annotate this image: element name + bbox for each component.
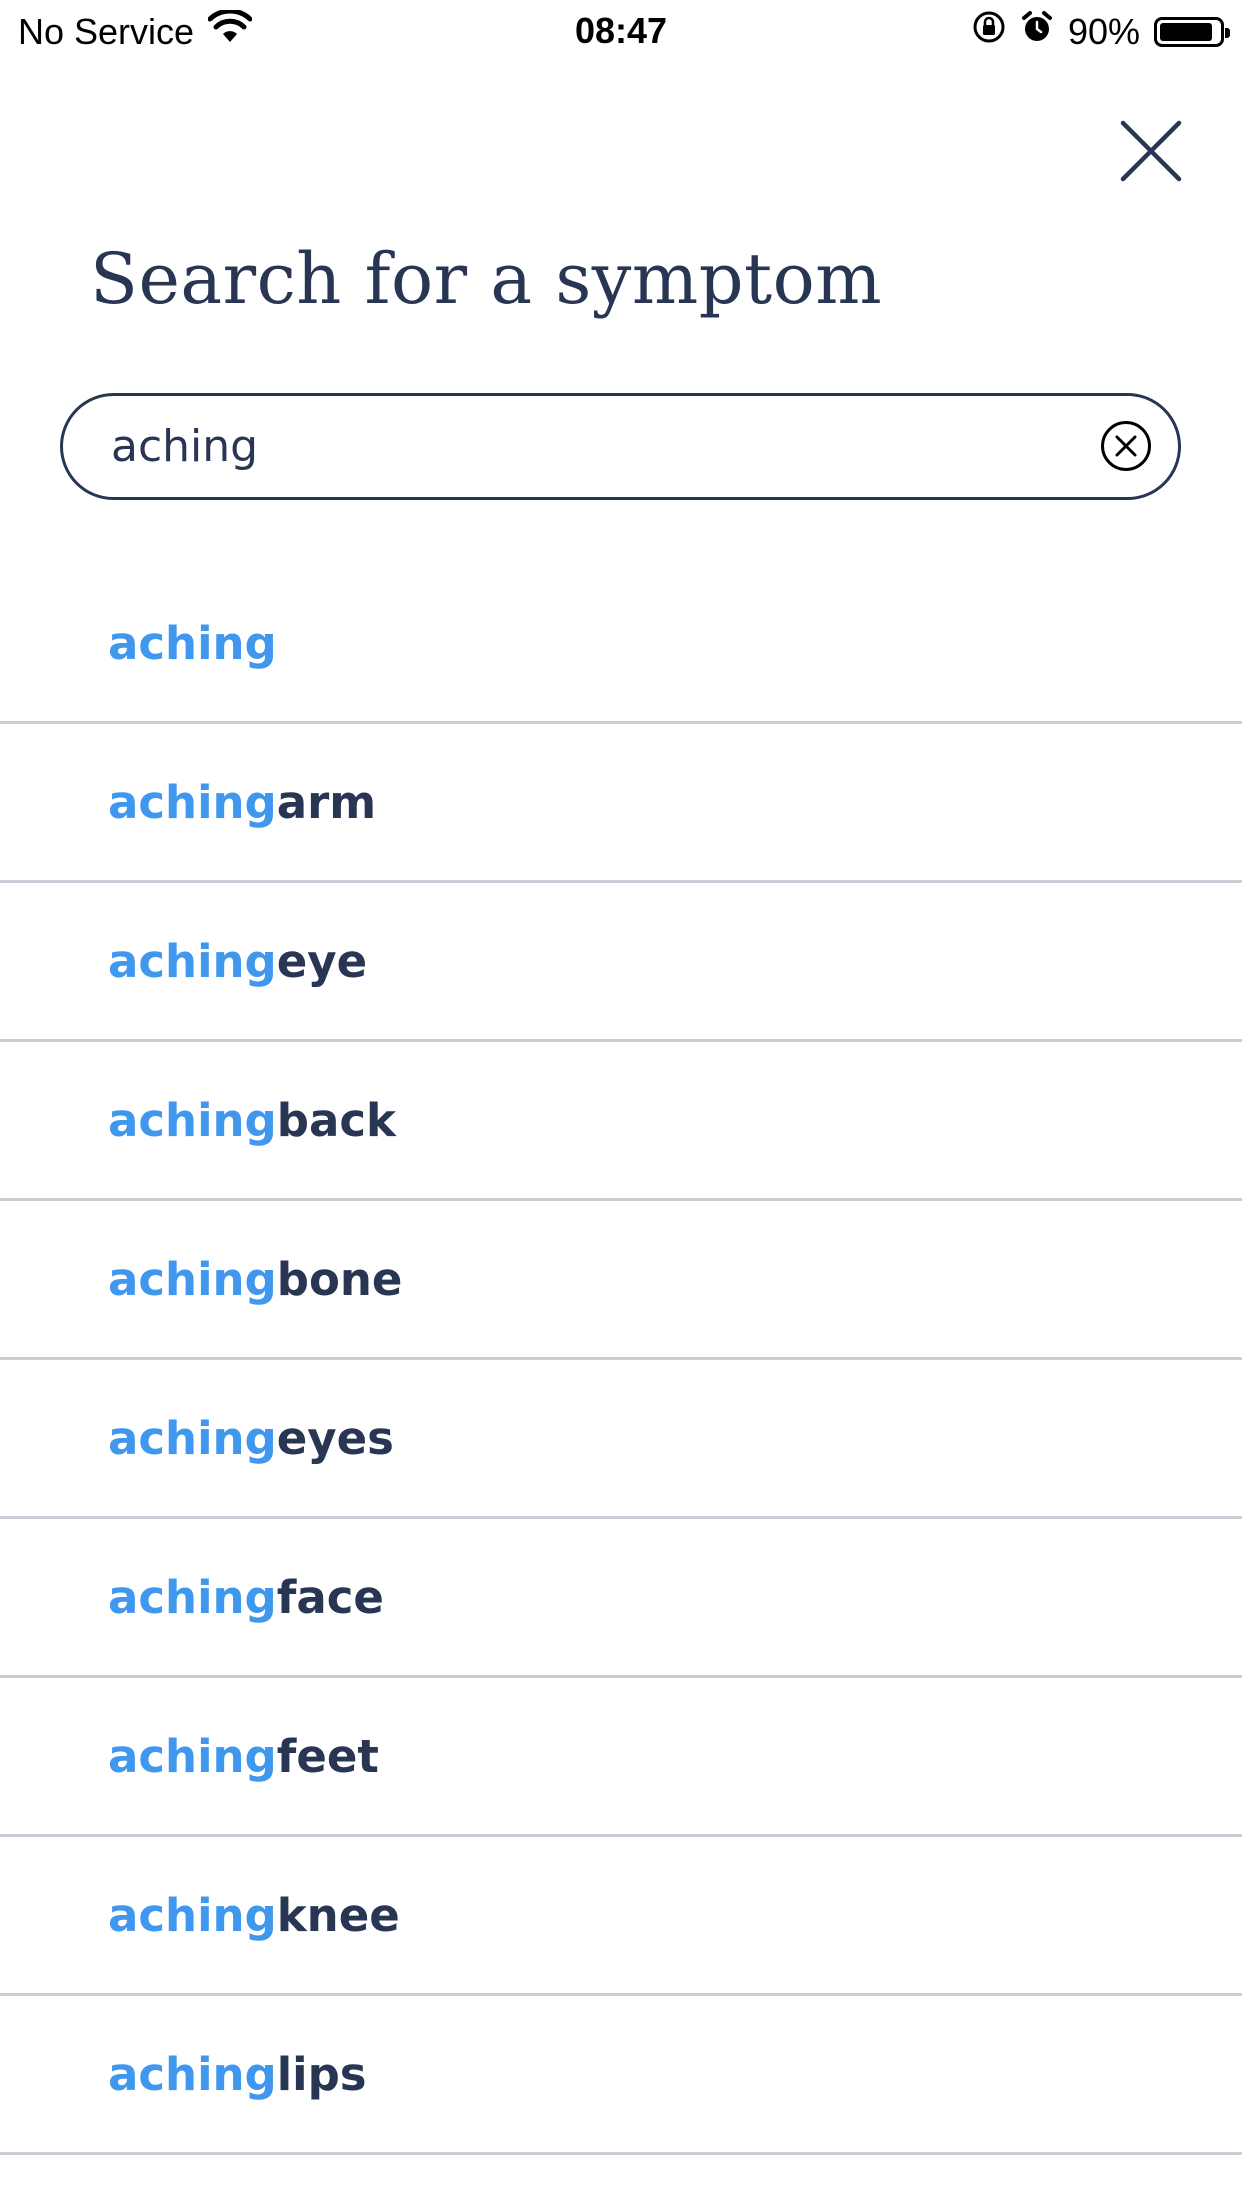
- result-item[interactable]: aching feet: [0, 1678, 1242, 1837]
- result-item[interactable]: aching arm: [0, 724, 1242, 883]
- clear-search-button[interactable]: [1100, 420, 1152, 472]
- search-box: [60, 393, 1181, 500]
- result-match: aching: [108, 934, 277, 988]
- result-rest: face: [276, 1570, 384, 1624]
- result-match: aching: [108, 1888, 277, 1942]
- result-match: aching: [108, 775, 277, 829]
- status-right: 90%: [972, 10, 1230, 53]
- result-rest: back: [276, 1093, 396, 1147]
- result-match: aching: [108, 2047, 277, 2101]
- result-rest: bone: [276, 1252, 403, 1306]
- result-rest: feet: [276, 1729, 379, 1783]
- search-input[interactable]: [111, 396, 1011, 497]
- clear-icon: [1101, 421, 1151, 471]
- result-rest: eyes: [276, 1411, 394, 1465]
- result-item[interactable]: aching eyes: [0, 1360, 1242, 1519]
- alarm-icon: [1020, 10, 1054, 53]
- results-list: aching aching arm aching eye aching back…: [0, 565, 1242, 2155]
- result-item[interactable]: aching bone: [0, 1201, 1242, 1360]
- result-match: aching: [108, 1411, 277, 1465]
- result-item[interactable]: aching eye: [0, 883, 1242, 1042]
- battery-level: [1160, 22, 1213, 41]
- result-item[interactable]: aching knee: [0, 1837, 1242, 1996]
- result-item[interactable]: aching lips: [0, 1996, 1242, 2155]
- orientation-lock-icon: [972, 10, 1006, 53]
- result-match: aching: [108, 1252, 277, 1306]
- result-item[interactable]: aching face: [0, 1519, 1242, 1678]
- result-match: aching: [108, 1570, 277, 1624]
- result-rest: knee: [276, 1888, 400, 1942]
- battery-icon: [1154, 16, 1230, 47]
- result-match: aching: [108, 1729, 277, 1783]
- close-icon: [1120, 120, 1182, 182]
- result-match: aching: [108, 1093, 277, 1147]
- close-button[interactable]: [1115, 115, 1187, 187]
- result-item[interactable]: aching: [0, 565, 1242, 724]
- result-item[interactable]: aching back: [0, 1042, 1242, 1201]
- result-rest: arm: [276, 775, 377, 829]
- page-title: Search for a symptom: [90, 238, 883, 320]
- status-bar: No Service 08:47 90%: [0, 0, 1242, 62]
- battery-percent: 90%: [1067, 10, 1140, 52]
- result-rest: eye: [276, 934, 368, 988]
- result-match: aching: [108, 616, 277, 670]
- result-rest: lips: [276, 2047, 367, 2101]
